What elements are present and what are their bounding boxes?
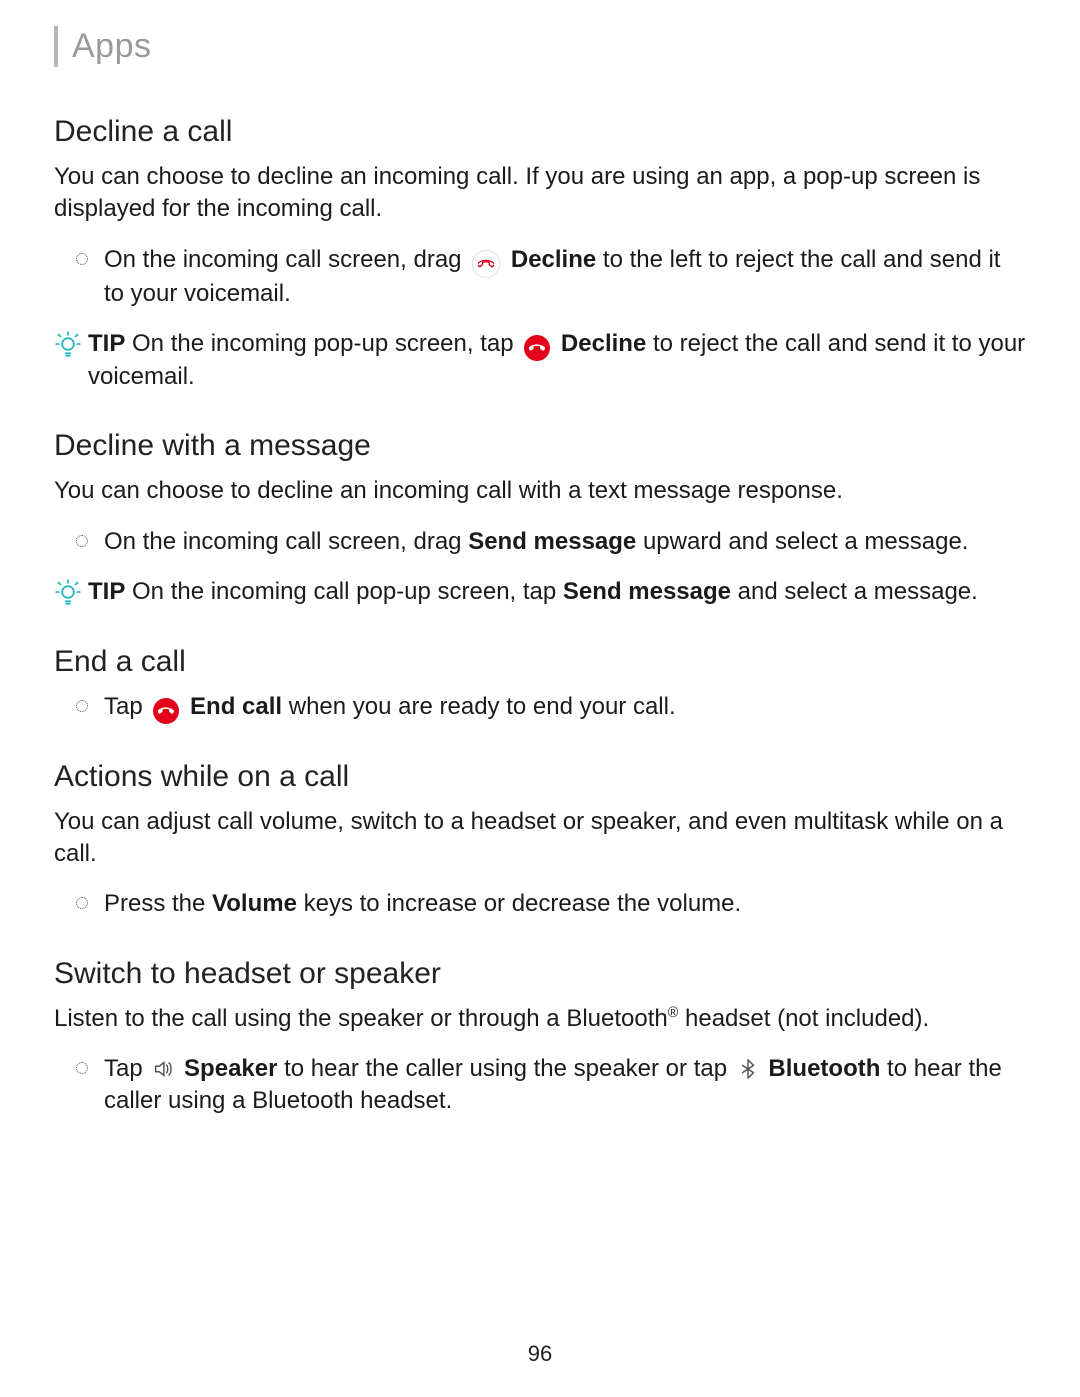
list-switch: Tap Speaker to hear the caller using the…	[54, 1053, 1026, 1118]
heading-decline-call: Decline a call	[54, 115, 1026, 149]
text-bold: Send message	[563, 578, 731, 605]
text-sup: ®	[668, 1005, 679, 1021]
list-decline-msg: On the incoming call screen, drag Send m…	[54, 526, 1026, 558]
text-bold: Volume	[212, 890, 297, 917]
text-fragment: when you are ready to end your call.	[282, 693, 676, 720]
text-decline-msg-intro: You can choose to decline an incoming ca…	[54, 475, 1026, 507]
text-bold: Send message	[468, 528, 636, 555]
list-end-call: Tap End call when you are ready to end y…	[54, 691, 1026, 724]
tip-block: TIP On the incoming call pop-up screen, …	[54, 576, 1026, 608]
text-fragment: upward and select a message.	[636, 528, 968, 555]
heading-switch-headset: Switch to headset or speaker	[54, 957, 1026, 991]
bluetooth-icon	[736, 1057, 760, 1081]
text-switch-intro: Listen to the call using the speaker or …	[54, 1003, 1026, 1035]
text-fragment: keys to increase or decrease the volume.	[297, 890, 741, 917]
text-bold: Bluetooth	[768, 1055, 880, 1082]
tip-block: TIP On the incoming pop-up screen, tap D…	[54, 328, 1026, 393]
hangup-icon	[153, 698, 179, 724]
text-fragment: On the incoming call screen, drag	[104, 246, 468, 273]
heading-end-call: End a call	[54, 645, 1026, 679]
text-bold: Decline	[561, 330, 646, 357]
heading-decline-message: Decline with a message	[54, 429, 1026, 463]
breadcrumb-title: Apps	[72, 26, 152, 67]
text-bold: End call	[190, 693, 282, 720]
text-fragment: On the incoming call pop-up screen, tap	[125, 578, 563, 605]
text-fragment: and select a message.	[731, 578, 978, 605]
text-bold: Decline	[511, 246, 596, 273]
list-item: Tap End call when you are ready to end y…	[54, 691, 1026, 724]
text-bold: Speaker	[184, 1055, 277, 1082]
hangup-icon	[524, 335, 550, 361]
text-fragment: to hear the caller using the speaker or …	[277, 1055, 733, 1082]
speaker-icon	[151, 1057, 175, 1081]
document-page: Apps Decline a call You can choose to de…	[0, 0, 1080, 1397]
text-fragment: Tap	[104, 693, 149, 720]
text-fragment: On the incoming call screen, drag	[104, 528, 468, 555]
tip-label: TIP	[88, 578, 125, 605]
list-actions: Press the Volume keys to increase or dec…	[54, 888, 1026, 920]
text-decline-intro: You can choose to decline an incoming ca…	[54, 161, 1026, 226]
list-item: On the incoming call screen, drag Send m…	[54, 526, 1026, 558]
text-fragment: headset (not included).	[678, 1005, 929, 1032]
list-item: Tap Speaker to hear the caller using the…	[54, 1053, 1026, 1118]
list-item: Press the Volume keys to increase or dec…	[54, 888, 1026, 920]
list-decline: On the incoming call screen, drag Declin…	[54, 244, 1026, 310]
text-fragment: Tap	[104, 1055, 149, 1082]
page-number: 96	[0, 1341, 1080, 1367]
breadcrumb: Apps	[54, 26, 1026, 67]
text-fragment: Listen to the call using the speaker or …	[54, 1005, 668, 1032]
text-fragment: Press the	[104, 890, 212, 917]
tip-label: TIP	[88, 330, 125, 357]
heading-actions-on-call: Actions while on a call	[54, 760, 1026, 794]
decline-outline-icon	[472, 250, 500, 278]
lightbulb-icon	[54, 330, 82, 358]
list-item: On the incoming call screen, drag Declin…	[54, 244, 1026, 310]
text-actions-intro: You can adjust call volume, switch to a …	[54, 806, 1026, 871]
breadcrumb-bar	[54, 26, 58, 67]
lightbulb-icon	[54, 578, 82, 606]
text-fragment: On the incoming pop-up screen, tap	[125, 330, 520, 357]
